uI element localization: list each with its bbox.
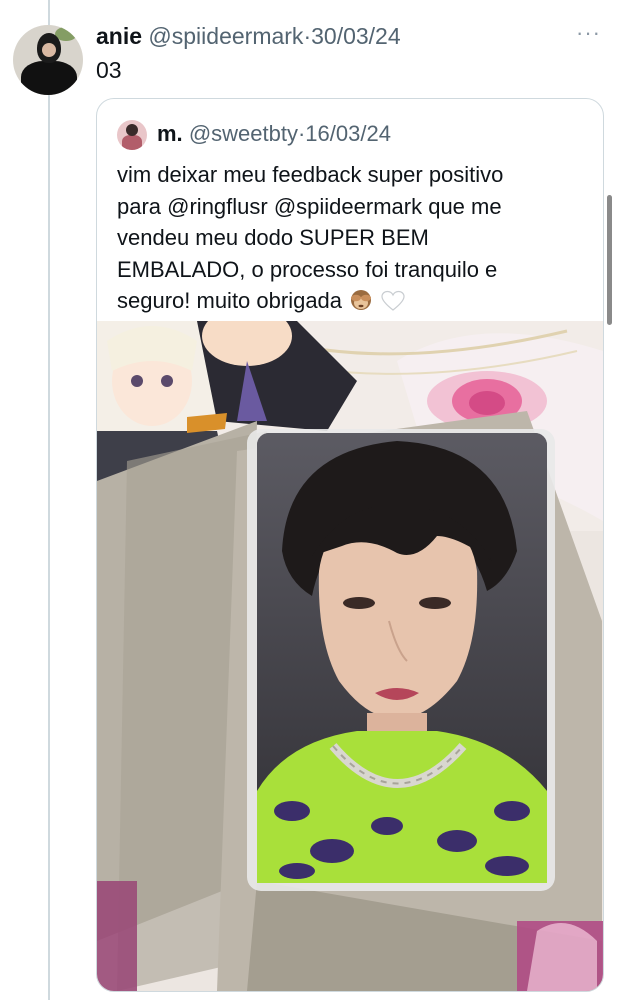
quoted-tweet-header: m. @sweetbty·16/03/24 [157,119,391,149]
separator-dot: · [303,23,312,49]
more-options-icon[interactable]: ··· [576,20,601,46]
quoted-author-avatar[interactable] [117,120,147,150]
quoted-text-line: para @ringflusr @spiideermark que me [117,193,502,219]
author-avatar[interactable] [13,25,83,95]
author-name[interactable]: anie [96,23,142,49]
quoted-text-line: vendeu meu dodo SUPER BEM [117,225,429,250]
see-no-evil-monkey-icon [351,290,372,310]
white-heart-icon [381,290,405,311]
quoted-tweet-text: vim deixar meu feedback super positivo p… [117,159,587,317]
tweet-text: 03 [96,57,122,83]
tweet-date[interactable]: 30/03/24 [311,23,401,49]
photocard-image [97,321,603,991]
author-handle[interactable]: @spiideermark [148,23,303,49]
photocard [257,433,547,883]
tweet-photo[interactable] [97,321,603,991]
quoted-tweet-date[interactable]: 16/03/24 [305,121,391,146]
scrollbar[interactable] [607,195,612,325]
quoted-author-name[interactable]: m. [157,121,183,146]
quoted-tweet-card[interactable]: m. @sweetbty·16/03/24 vim deixar meu fee… [96,98,604,992]
quoted-author-handle[interactable]: @sweetbty [189,121,298,146]
quoted-text-line: vim deixar meu feedback super positivo [117,162,504,187]
quoted-text-line: seguro! muito obrigada [117,288,343,313]
tweet-header: anie @spiideermark·30/03/24 [96,21,401,51]
quoted-text-line: EMBALADO, o processo foi tranquilo e [117,256,498,282]
thread-line [48,0,50,1000]
